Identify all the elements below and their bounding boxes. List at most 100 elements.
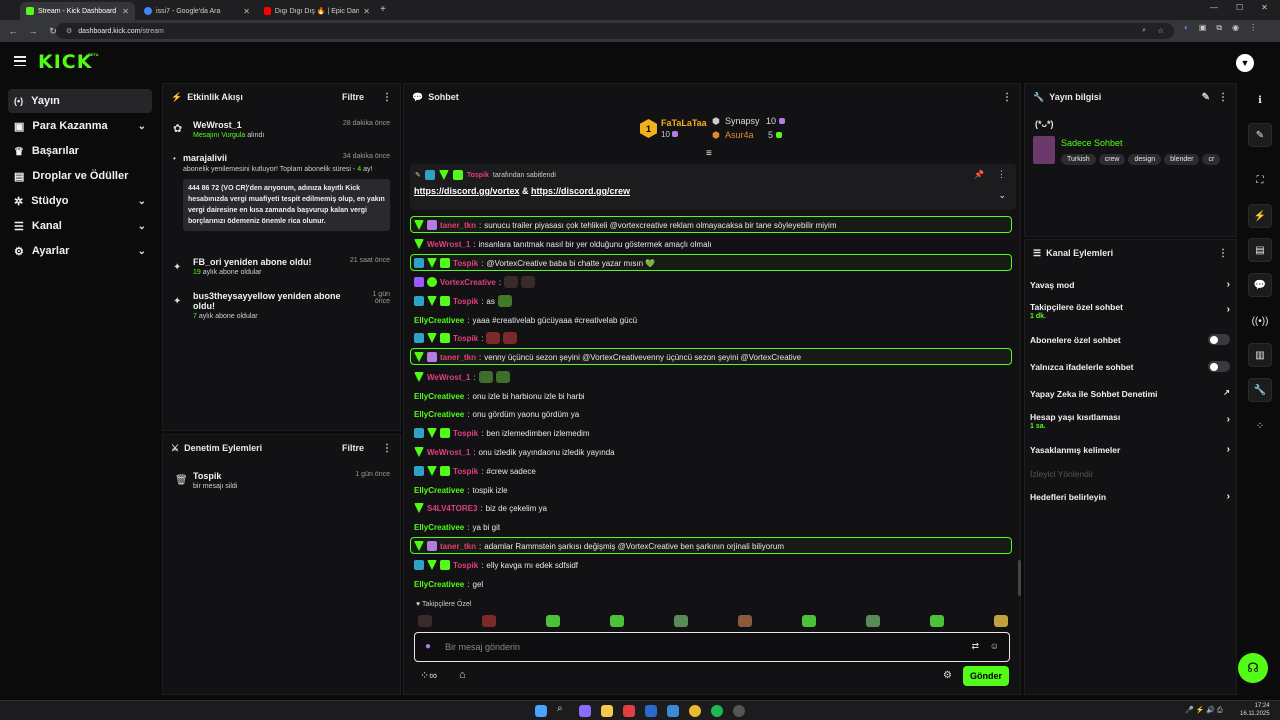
- chat-input[interactable]: ● Bir mesaj gönderin ⇄ ☺: [414, 632, 1010, 662]
- info-icon[interactable]: ℹ: [1248, 88, 1272, 112]
- more-options-icon[interactable]: ⋮: [997, 169, 1006, 180]
- more-options-icon[interactable]: ⋮: [382, 443, 392, 454]
- more-options-icon[interactable]: ⋮: [382, 92, 392, 103]
- chat-message[interactable]: WeWrost_1: onu izledik yayındaonu izledi…: [414, 445, 615, 459]
- emote-icon[interactable]: [802, 615, 816, 627]
- leader-name[interactable]: Synapsy: [725, 116, 760, 126]
- app-icon[interactable]: [733, 705, 745, 717]
- activity-list-icon[interactable]: ▥: [1248, 343, 1272, 367]
- emote-icon[interactable]: [546, 615, 560, 627]
- sidebar-item-settings[interactable]: ⚙ Ayarlar ⌄: [8, 239, 152, 263]
- close-window-icon[interactable]: ✕: [1261, 3, 1268, 12]
- extensions-puzzle-icon[interactable]: ▣: [1199, 23, 1207, 33]
- emote-icon[interactable]: [418, 615, 432, 627]
- chat-message[interactable]: Tospik: elly kavga mı edek sdfsidf: [414, 558, 578, 572]
- new-tab-button[interactable]: +: [380, 4, 386, 15]
- search-icon[interactable]: ⌕: [557, 703, 569, 715]
- broadcast-icon[interactable]: ((•)): [1248, 309, 1272, 333]
- chat-message[interactable]: EllyCreativee: gel: [414, 577, 483, 591]
- chat-message[interactable]: EllyCreativee: ya bi git: [414, 520, 500, 534]
- unpin-icon[interactable]: 📌: [974, 170, 984, 179]
- tab-google-search[interactable]: issi7 - Google'da Ara ✕: [138, 2, 256, 20]
- chat-message[interactable]: EllyCreativee: onu gördüm yaonu gördüm y…: [414, 407, 579, 421]
- close-tab-icon[interactable]: ✕: [243, 7, 250, 16]
- sidebar-item-channel[interactable]: ☰ Kanal ⌄: [8, 214, 152, 238]
- tag-chip[interactable]: Turkish: [1061, 154, 1096, 165]
- ai-moderation-item[interactable]: Yapay Zeka ile Sohbet Denetimi ↗: [1030, 388, 1230, 399]
- store-icon[interactable]: ⌂: [459, 669, 466, 681]
- chat-message[interactable]: Tospik: @VortexCreative baba bi chatte y…: [414, 256, 655, 270]
- chat-message[interactable]: Tospik:: [414, 331, 518, 345]
- profile-icon[interactable]: ◉: [1232, 23, 1239, 33]
- account-age-item[interactable]: Hesap yaşı kısıtlaması › 1 sa.: [1030, 412, 1230, 430]
- chat-message[interactable]: WeWrost_1:: [414, 370, 510, 384]
- set-goals-item[interactable]: Hedefleri belirleyin ›: [1030, 491, 1230, 502]
- send-button[interactable]: Gönder: [963, 666, 1009, 686]
- emote-icon[interactable]: [994, 615, 1008, 627]
- collapse-leaderboard-icon[interactable]: ≡: [706, 148, 712, 159]
- chat-message[interactable]: S4LV4TORE3: biz de çekelim ya: [414, 501, 547, 515]
- chat-message[interactable]: Tospik: #crew sadece: [414, 464, 536, 478]
- tag-chip[interactable]: cr: [1202, 154, 1221, 165]
- chat-message[interactable]: EllyCreativee: yaaa #creativelab gücüyaa…: [414, 313, 637, 327]
- pinned-link[interactable]: https://discord.gg/vortex: [414, 186, 520, 196]
- subscribers-only-toggle[interactable]: [1208, 334, 1230, 345]
- chat-message[interactable]: WeWrost_1: insanlara tanıtmak nasıl bir …: [414, 237, 712, 251]
- bookmark-star-icon[interactable]: ☆: [1158, 27, 1164, 35]
- emote-icon[interactable]: [482, 615, 496, 627]
- minimize-icon[interactable]: —: [1210, 3, 1218, 12]
- app-icon[interactable]: [667, 705, 679, 717]
- filter-button[interactable]: Filtre: [342, 443, 364, 453]
- more-options-icon[interactable]: ⋮: [1218, 248, 1228, 259]
- close-tab-icon[interactable]: ✕: [122, 7, 129, 16]
- category-link[interactable]: Sadece Sohbet: [1061, 138, 1123, 148]
- chrome-icon[interactable]: [689, 705, 701, 717]
- chat-message[interactable]: taner_tkn: sunucu trailer piyasası çok t…: [414, 218, 837, 232]
- leader-name[interactable]: FaTaLaTaa: [661, 118, 707, 128]
- microphone-icon[interactable]: ●: [425, 641, 431, 652]
- emote-icon[interactable]: [930, 615, 944, 627]
- edit-pencil-icon[interactable]: ✎: [1248, 123, 1272, 147]
- apps-icon[interactable]: ⁘: [1248, 414, 1272, 438]
- sidebar-item-stream[interactable]: (•) Yayın: [8, 89, 152, 113]
- chat-message[interactable]: EllyCreativee: onu izle bi harbionu izle…: [414, 389, 585, 403]
- extension-icon[interactable]: ◐: [1184, 23, 1189, 33]
- banned-words-item[interactable]: Yasaklanmış kelimeler ›: [1030, 444, 1230, 455]
- tag-chip[interactable]: crew: [1098, 154, 1126, 165]
- fullscreen-icon[interactable]: ⛶: [1248, 168, 1272, 192]
- file-explorer-icon[interactable]: [601, 705, 613, 717]
- browser-menu-icon[interactable]: ⋮: [1249, 23, 1257, 33]
- chat-message[interactable]: VortexCreative:: [414, 275, 536, 289]
- tray-icons[interactable]: 🎤 ⚡ 🔊 ⎙: [1185, 706, 1223, 715]
- kick-logo[interactable]: KICK: [38, 51, 92, 73]
- chat-settings-icon[interactable]: ⚙: [943, 670, 952, 681]
- chat-message[interactable]: taner_tkn: venny üçüncü sezon şeyini @Vo…: [414, 350, 801, 364]
- spotify-icon[interactable]: [711, 705, 723, 717]
- wrench-icon[interactable]: 🔧: [1248, 378, 1272, 402]
- chat-message[interactable]: Tospik: ben izlemedimben izlemedim: [414, 426, 590, 440]
- more-options-icon[interactable]: ⋮: [1002, 92, 1012, 103]
- emote-only-toggle[interactable]: [1208, 361, 1230, 372]
- tab-kick-dashboard[interactable]: Stream - Kick Dashboard ✕: [20, 2, 135, 20]
- zoom-icon[interactable]: ⌕: [1142, 27, 1146, 35]
- app-icon[interactable]: [623, 705, 635, 717]
- category-thumbnail[interactable]: [1033, 136, 1055, 164]
- filter-button[interactable]: Filtre: [342, 92, 364, 102]
- app-icon[interactable]: [645, 705, 657, 717]
- close-tab-icon[interactable]: ✕: [363, 7, 370, 16]
- followers-only-item[interactable]: Takipçilere özel sohbet › 1 dk.: [1030, 302, 1230, 320]
- user-avatar[interactable]: ▼: [1236, 54, 1254, 72]
- edit-pencil-icon[interactable]: ✎: [1202, 92, 1210, 103]
- forward-icon[interactable]: →: [26, 24, 40, 38]
- chat-tools-icon[interactable]: ⁘∞: [420, 669, 437, 682]
- url-input[interactable]: ⚙ dashboard.kick.com/stream ⌕ ☆: [56, 23, 1174, 39]
- sidebar-item-achievements[interactable]: ♛ Başarılar: [8, 139, 152, 163]
- sidebar-icon[interactable]: ⧉: [1216, 23, 1222, 33]
- slow-mode-item[interactable]: Yavaş mod ›: [1030, 279, 1230, 290]
- start-icon[interactable]: [535, 705, 547, 717]
- chat-message[interactable]: EllyCreativee: tospik izle: [414, 483, 508, 497]
- tab-youtube[interactable]: Dıgı Dıgı Dış 🔥 | Epic Dance E ✕: [258, 2, 376, 20]
- sidebar-item-studio[interactable]: ✲ Stüdyo ⌄: [8, 189, 152, 213]
- chat-message[interactable]: Tospik: as: [414, 294, 512, 308]
- expand-chevron-icon[interactable]: ⌄: [998, 190, 1006, 201]
